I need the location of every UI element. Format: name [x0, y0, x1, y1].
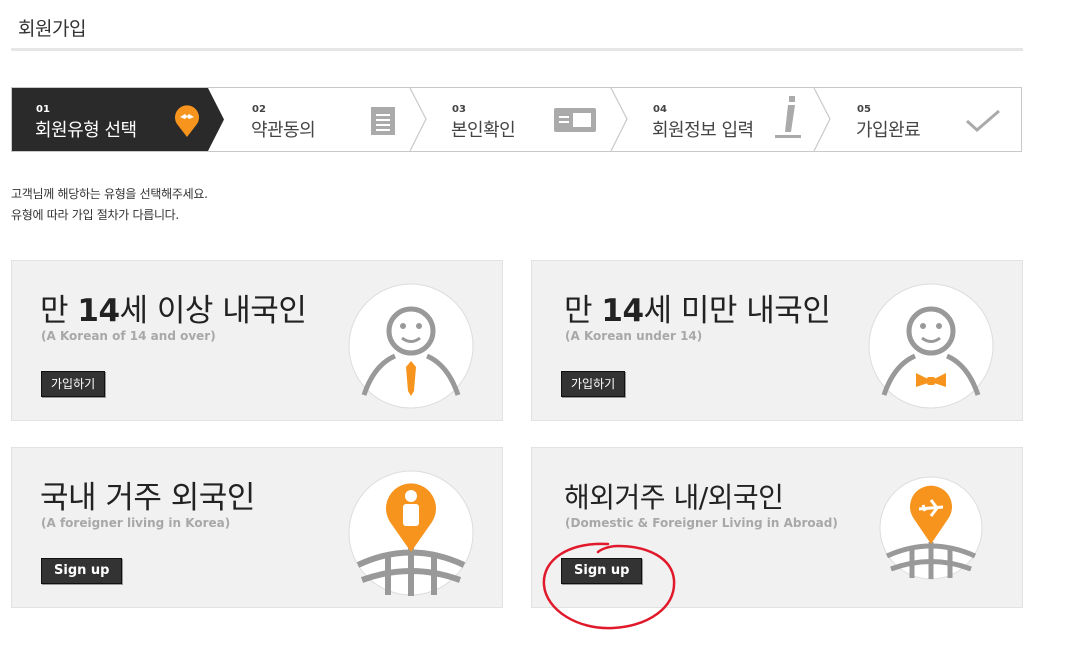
- step-number: 02: [252, 104, 266, 115]
- instructions-line: 고객님께 해당하는 유형을 선택해주세요.: [11, 187, 208, 201]
- step-label: 본인확인: [451, 120, 516, 141]
- step-number: 03: [452, 104, 466, 115]
- card-korean-14-over: 만 14세 이상 내국인 (A Korean of 14 and over) 가…: [11, 260, 503, 421]
- step-label: 가입완료: [856, 120, 921, 141]
- signup-button-korean-under-14[interactable]: 가입하기: [561, 371, 626, 397]
- card-subtitle: (A foreigner living in Korea): [41, 516, 231, 530]
- card-foreigner-in-korea: 국내 거주 외국인 (A foreigner living in Korea) …: [11, 447, 503, 608]
- step-number: 01: [36, 104, 50, 115]
- step-2: 02 약관동의: [224, 88, 414, 151]
- step-label: 회원유형 선택: [35, 120, 137, 141]
- step-number: 04: [653, 104, 667, 115]
- instructions: 고객님께 해당하는 유형을 선택해주세요. 유형에 따라 가입 절차가 다릅니다…: [11, 184, 208, 226]
- adult-person-icon: [348, 283, 474, 413]
- step-5: 05 가입완료: [830, 88, 1020, 151]
- signup-steps: 01 회원유형 선택 02 약관동의 03 본인확인 04 회원정보 입력 05…: [11, 87, 1022, 152]
- step-number: 05: [857, 104, 871, 115]
- step-1: 01 회원유형 선택: [12, 88, 224, 151]
- annotation-circle: [542, 542, 676, 630]
- card-subtitle: (A Korean of 14 and over): [41, 329, 216, 343]
- child-person-icon: [868, 283, 994, 413]
- card-subtitle: (Domestic & Foreigner Living in Abroad): [565, 516, 838, 530]
- card-title: 만 14세 미만 내국인: [564, 293, 831, 329]
- checkmark-icon: [964, 108, 1002, 138]
- signup-button-korean-14-over[interactable]: 가입하기: [41, 371, 106, 397]
- step-label: 회원정보 입력: [652, 120, 754, 141]
- step-separator: [813, 88, 831, 151]
- card-title: 해외거주 내/외국인: [564, 481, 784, 514]
- card-title: 만 14세 이상 내국인: [40, 293, 307, 329]
- card-title: 국내 거주 외국인: [40, 480, 255, 516]
- document-icon: [370, 106, 396, 140]
- pin-icon: [173, 104, 201, 142]
- globe-person-pin-icon: [348, 470, 474, 600]
- pencil-icon: [773, 96, 803, 146]
- card-subtitle: (A Korean under 14): [565, 329, 703, 343]
- step-3: 03 본인확인: [426, 88, 616, 151]
- page-title: 회원가입: [18, 18, 86, 40]
- step-separator: [409, 88, 427, 151]
- id-card-icon: [554, 108, 596, 136]
- signup-button-foreigner-in-korea[interactable]: Sign up: [41, 558, 123, 584]
- step-label: 약관동의: [251, 120, 316, 141]
- globe-airplane-pin-icon: [879, 476, 983, 584]
- step-4: 04 회원정보 입력: [627, 88, 817, 151]
- instructions-line: 유형에 따라 가입 절차가 다릅니다.: [11, 208, 179, 222]
- title-divider: [11, 48, 1023, 51]
- step-separator: [610, 88, 628, 151]
- card-korean-under-14: 만 14세 미만 내국인 (A Korean under 14) 가입하기: [531, 260, 1023, 421]
